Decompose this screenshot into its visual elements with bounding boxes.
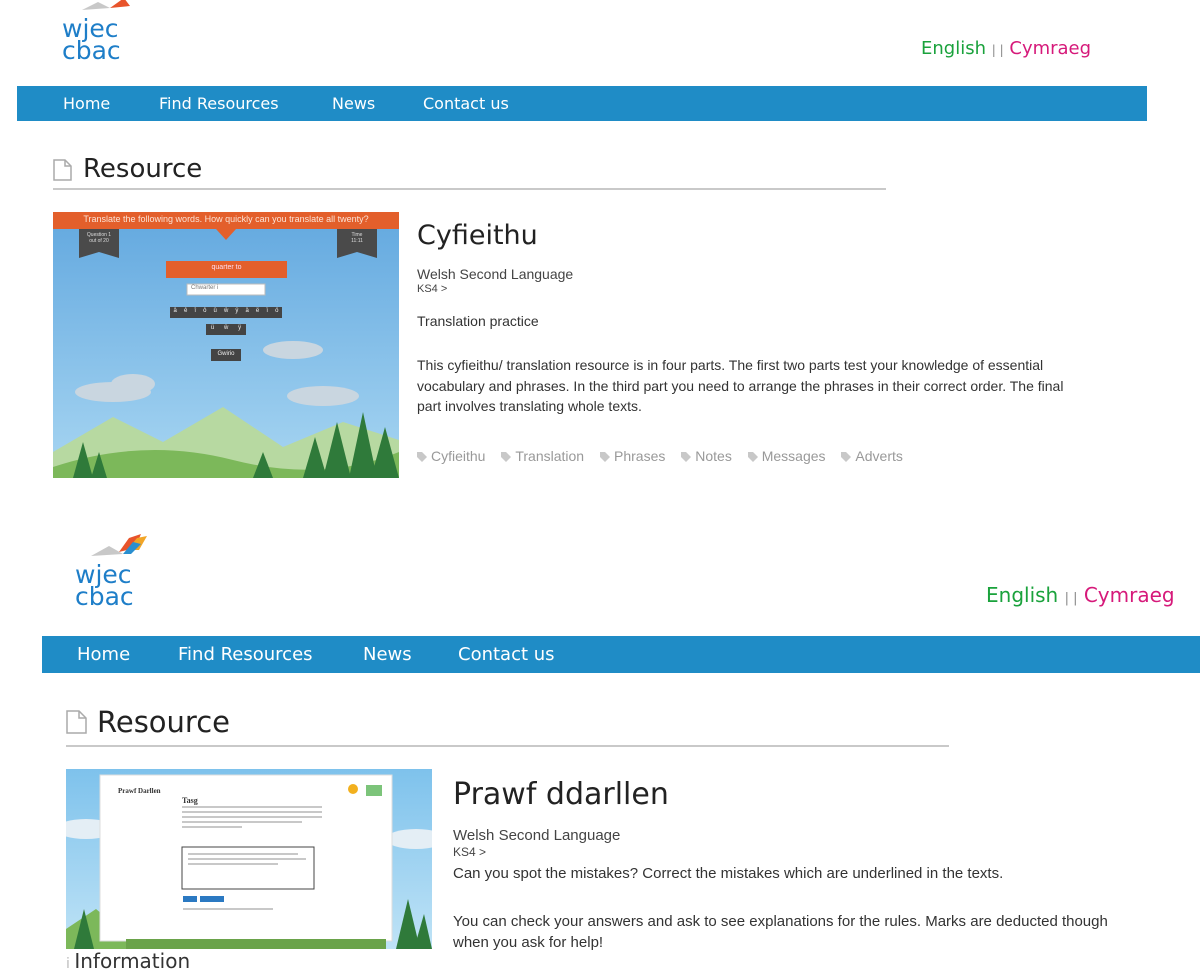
thumbnail-question-box: Question 1 out of 20 <box>86 232 112 244</box>
tag-link[interactable]: Messages <box>747 448 826 464</box>
tag-label: Cyfieithu <box>431 448 486 464</box>
key: â <box>173 308 177 314</box>
key: ÿ <box>238 325 242 331</box>
tag-icon <box>681 452 692 462</box>
nav-contact-us[interactable]: Contact us <box>458 636 555 673</box>
page-icon <box>53 159 72 181</box>
tag-label: Notes <box>695 448 732 464</box>
resource-stage[interactable]: KS4 > <box>453 845 486 859</box>
resource-description: This cyfieithu/ translation resource is … <box>417 357 1064 414</box>
resource-description: You can check your answers and ask to se… <box>453 913 1108 951</box>
nav-news[interactable]: News <box>332 86 375 121</box>
thumbnail-input: Chwarter i <box>191 285 219 291</box>
main-nav: Home Find Resources News Contact us <box>17 86 1147 121</box>
english-link[interactable]: English <box>921 38 986 59</box>
thumbnail-heading: Prawf Darllen <box>118 787 161 795</box>
thumbnail-prompt: quarter to <box>211 264 242 271</box>
thumbnail-game-scene <box>53 212 399 478</box>
tag-link[interactable]: Notes <box>681 448 732 464</box>
key: ŵ <box>223 308 229 314</box>
key: ë <box>255 308 260 314</box>
resource-subject[interactable]: Welsh Second Language <box>453 827 620 844</box>
page-icon <box>66 710 87 734</box>
resource-thumbnail[interactable]: Prawf Darllen Tasg <box>66 769 432 949</box>
tag-link[interactable]: Cyfieithu <box>417 448 485 464</box>
key: î <box>194 308 197 314</box>
key: ö <box>275 308 279 314</box>
tag-icon <box>417 452 427 462</box>
nav-news[interactable]: News <box>363 636 412 673</box>
information-label: i Information <box>66 949 190 970</box>
language-switcher: English | | Cymraeg <box>921 38 1091 59</box>
resource-summary: Translation practice <box>417 313 539 329</box>
nav-home[interactable]: Home <box>77 636 130 673</box>
nav-contact-us[interactable]: Contact us <box>423 86 509 121</box>
key: ï <box>266 308 268 314</box>
resource-stage[interactable]: KS4 > <box>417 283 447 295</box>
resource-title: Cyfieithu <box>417 220 538 251</box>
logo-text-cbac: cbac <box>62 36 121 65</box>
tag-icon <box>747 452 758 462</box>
lang-separator: | | <box>991 43 1004 57</box>
cymraeg-link[interactable]: Cymraeg <box>1084 583 1175 607</box>
tag-label: Phrases <box>614 448 666 464</box>
thumbnail-keys-row1: â ê î ô û ŵ ŷ ä ë ï ö <box>170 308 282 314</box>
resource-thumbnail[interactable]: Translate the following words. How quick… <box>53 212 399 478</box>
section-title: Resource <box>97 705 230 739</box>
screenshot-panel-1: wjec cbac English | | Cymraeg Home Find … <box>0 0 1200 500</box>
nav-find-resources[interactable]: Find Resources <box>178 636 313 673</box>
nav-find-resources[interactable]: Find Resources <box>159 86 279 121</box>
thumbnail-reading-test <box>66 769 432 949</box>
thumbnail-check-button: Gwirio <box>217 351 235 357</box>
thumbnail-keys-row2: ü ẅ ÿ <box>206 325 246 331</box>
logo-text-cbac: cbac <box>75 582 134 611</box>
information-text: Information <box>74 949 191 970</box>
tag-link[interactable]: Translation <box>501 448 584 464</box>
cymraeg-link[interactable]: Cymraeg <box>1009 38 1091 59</box>
tag-label: Adverts <box>855 448 903 464</box>
tag-icon <box>841 452 852 462</box>
key: û <box>213 308 217 314</box>
nav-home[interactable]: Home <box>63 86 110 121</box>
key: ô <box>203 308 207 314</box>
main-nav: Home Find Resources News Contact us <box>42 636 1200 673</box>
key: ê <box>183 308 188 314</box>
key: ŷ <box>235 308 239 314</box>
thumbnail-subheading: Tasg <box>182 796 198 805</box>
key: ü <box>210 325 215 331</box>
english-link[interactable]: English <box>986 583 1058 607</box>
tag-icon <box>600 452 610 462</box>
tag-label: Messages <box>761 448 826 464</box>
tag-icon <box>501 452 512 462</box>
screenshot-panel-2: wjec cbac English | | Cymraeg Home Find … <box>0 520 1200 970</box>
section-title: Resource <box>83 154 203 184</box>
resource-subject[interactable]: Welsh Second Language <box>417 266 573 282</box>
key: ẅ <box>223 325 229 331</box>
tag-label: Translation <box>515 448 585 464</box>
thumbnail-time-box: Time 11:11 <box>351 232 363 244</box>
thumbnail-banner: Translate the following words. How quick… <box>83 214 369 224</box>
section-divider <box>53 188 886 190</box>
tag-link[interactable]: Adverts <box>841 448 903 464</box>
section-divider <box>66 745 949 747</box>
tag-link[interactable]: Phrases <box>600 448 665 464</box>
resource-title: Prawf ddarllen <box>453 777 669 812</box>
logo-book-icon <box>82 0 130 10</box>
resource-summary: Can you spot the mistakes? Correct the m… <box>453 865 1004 882</box>
resource-tags: Cyfieithu Translation Phrases Notes Mess… <box>417 448 915 464</box>
key: ä <box>245 308 249 314</box>
language-switcher: English | | Cymraeg <box>986 583 1175 607</box>
lang-separator: | | <box>1064 591 1078 606</box>
logo-book-icon <box>91 534 147 556</box>
